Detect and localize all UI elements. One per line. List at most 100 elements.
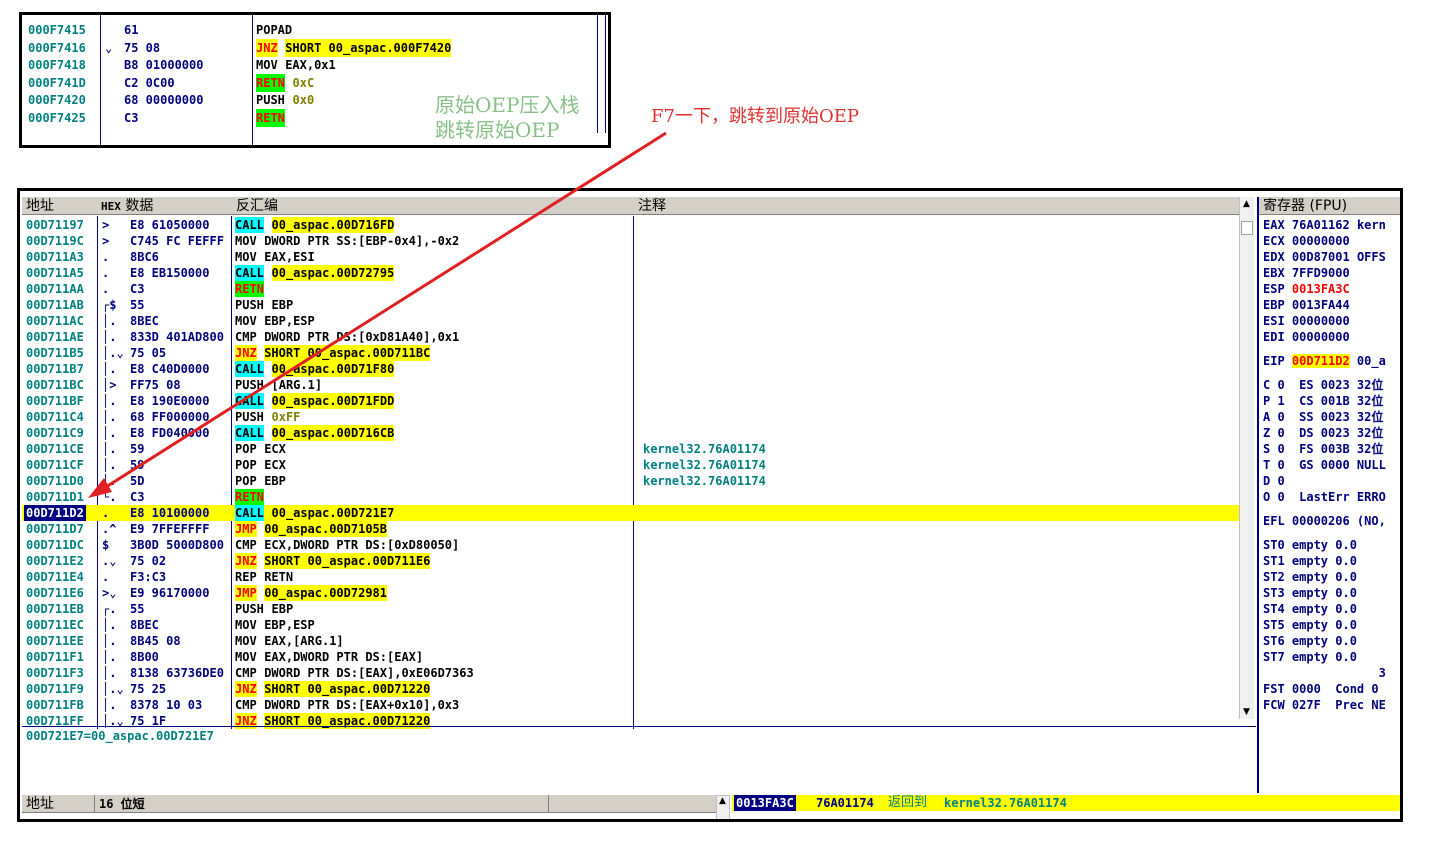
scroll-up-icon[interactable]: ▲ (1243, 199, 1250, 209)
disasm-row[interactable]: 00D711CF │. 59 POP ECX kernel32.76A01174 (22, 457, 1240, 473)
disasm-row[interactable]: 00D711A3. 8BC6 MOV EAX,ESI (22, 249, 1240, 265)
disasm-row[interactable]: 00D711AE │. 833D 401AD800 CMP DWORD PTR DS:[… (22, 329, 1240, 345)
register-ecx[interactable]: ECX 00000000 (1263, 233, 1350, 249)
fpu-row[interactable]: ST7 empty 0.0 (1263, 649, 1357, 665)
row-hex: F3:C3 (130, 570, 167, 584)
disasm-row[interactable]: 00D711F9 │.⌄ 75 25 JNZ SHORT 00_aspac.00D712… (22, 681, 1240, 697)
row-mark: . (102, 266, 110, 280)
disasm-row[interactable]: 00D711EB ┌. 55 PUSH EBP (22, 601, 1240, 617)
disasm-row[interactable]: 00D711D7 .^ E9 7FFEFFFF JMP 00_aspac.00D7105… (22, 521, 1240, 537)
flag-row[interactable]: C 0 ES 0023 32位 (1263, 377, 1383, 393)
disasm-row[interactable]: 00D711AB ┌$ 55 PUSH EBP (22, 297, 1240, 313)
row-mark: │. (102, 362, 117, 376)
disasm-row[interactable]: 00D711D1 └. C3 RETN (22, 489, 1240, 505)
flag-row[interactable]: Z 0 DS 0023 32位 (1263, 425, 1383, 441)
snippet-row[interactable]: 000F741D C2 0C00 RETN 0xC (22, 73, 608, 92)
registers-pane[interactable]: 寄存器 (FPU) EAX 76A01162 kern ECX 00000000 E… (1257, 197, 1400, 793)
stack-row[interactable]: 0013FA3C 76A01174 返回到 kernel32.76A01174 (732, 795, 1400, 811)
fpu-row[interactable]: ST1 empty 0.0 (1263, 553, 1357, 569)
row-mnemonic: POP (235, 474, 257, 488)
disasm-row[interactable]: 00D711BC │> FF75 08 PUSH [ARG.1] (22, 377, 1240, 393)
fpu-row[interactable]: ST3 empty 0.0 (1263, 585, 1357, 601)
disasm-row[interactable]: 00D711E2 .⌄ 75 02 JNZ SHORT 00_aspac.00D711E… (22, 553, 1240, 569)
row-mnemonic: MOV (235, 650, 257, 664)
disasm-row[interactable]: 00D711EC │. 8BEC MOV EBP,ESP (22, 617, 1240, 633)
flag-row[interactable]: S 0 FS 003B 32位 (1263, 441, 1383, 457)
row-hex: 8BEC (130, 618, 159, 632)
flag-row[interactable]: O 0 LastErr ERRO (1263, 489, 1386, 505)
disasm-row[interactable]: 00D711D0 │. 5D POP EBP kernel32.76A01174 (22, 473, 1240, 489)
disasm-row[interactable]: 00D711FB │. 8378 10 03 CMP DWORD PTR DS:[EAX… (22, 697, 1240, 713)
disasm-row[interactable]: 00D711D2. E8 10100000 CALL 00_aspac.00D721E… (22, 505, 1240, 521)
register-edx[interactable]: EDX 00D87001 OFFS (1263, 249, 1386, 265)
header-address[interactable]: 地址 (22, 197, 97, 215)
row-mnemonic: PUSH (235, 602, 264, 616)
stack-address: 0013FA3C (734, 795, 796, 811)
disasm-row[interactable]: 00D711DC $3B0D 5000D800 CMP ECX,DWORD PTR D… (22, 537, 1240, 553)
row-mnemonic: CMP (235, 538, 257, 552)
disasm-row[interactable]: 00D711AC │. 8BEC MOV EBP,ESP (22, 313, 1240, 329)
disasm-row[interactable]: 00D711AA. C3 RETN (22, 281, 1240, 297)
snippet-row[interactable]: 000F7415 61 POPAD (22, 21, 608, 39)
flag-row[interactable]: P 1 CS 001B 32位 (1263, 393, 1383, 409)
disasm-row[interactable]: 00D711E4. F3:C3 REP RETN (22, 569, 1240, 585)
disasm-row[interactable]: 00D711BF │. E8 190E0000 CALL 00_aspac.00D71F… (22, 393, 1240, 409)
disasm-row[interactable]: 00D711F3 │. 8138 63736DE0 CMP DWORD PTR DS:[… (22, 665, 1240, 681)
register-ebx[interactable]: EBX 7FFD9000 (1263, 265, 1350, 281)
register-esp[interactable]: ESP 0013FA3C (1263, 281, 1350, 297)
row-operands: RETN (264, 570, 294, 584)
fpu-row[interactable]: ST4 empty 0.0 (1263, 601, 1357, 617)
register-eip[interactable]: EIP 00D711D2 00_a (1263, 353, 1386, 369)
disasm-row[interactable]: 00D71197 > E8 61050000 CALL 00_aspac.00D716F… (22, 217, 1240, 233)
disasm-row[interactable]: 00D711B5 │.⌄ 75 05 JNZ SHORT 00_aspac.00D711… (22, 345, 1240, 361)
registers-header[interactable]: 寄存器 (FPU) (1259, 197, 1400, 215)
register-fcw[interactable]: FCW 027F Prec NE (1263, 697, 1386, 713)
disasm-row[interactable]: 00D711B7 │. E8 C40D0000 CALL 00_aspac.00D71F… (22, 361, 1240, 377)
register-eax[interactable]: EAX 76A01162 kern (1263, 217, 1386, 233)
fpu-row[interactable]: ST6 empty 0.0 (1263, 633, 1357, 649)
dump-header-mode[interactable]: 16 位短 (94, 795, 145, 812)
row-mnemonic: POP (235, 442, 257, 456)
disasm-row[interactable]: 00D711CE │. 59 POP ECX kernel32.76A01174 (22, 441, 1240, 457)
row-address: 000F7425 (28, 111, 86, 125)
register-efl[interactable]: EFL 00000206 (NO, (1263, 513, 1386, 529)
disasm-row[interactable]: 00D711C9 │. E8 FD040000 CALL 00_aspac.00D716… (22, 425, 1240, 441)
disasm-row[interactable]: 00D711A5. E8 EB150000 CALL 00_aspac.00D7279… (22, 265, 1240, 281)
flag-row[interactable]: D 0 (1263, 473, 1285, 489)
disasm-row[interactable]: 00D711EE │. 8B45 08 MOV EAX,[ARG.1] (22, 633, 1240, 649)
row-hex: C745 FC FEFFF (130, 234, 224, 248)
fpu-row[interactable]: ST2 empty 0.0 (1263, 569, 1357, 585)
register-fst[interactable]: FST 0000 Cond 0 (1263, 681, 1379, 697)
row-hex: 75 08 (124, 40, 161, 55)
snippet-row[interactable]: 000F7416 ⌄ 75 08 JNZ SHORT 00_aspac.000F7420 (22, 38, 608, 57)
disasm-row[interactable]: 00D711C4 │. 68 FF000000 PUSH 0xFF (22, 409, 1240, 425)
scroll-down-icon[interactable]: ▼ (1243, 707, 1250, 717)
fpu-extra[interactable]: 3 (1263, 665, 1386, 681)
disasm-row[interactable]: 00D711E6 >⌄ E9 96170000 JMP 00_aspac.00D7298… (22, 585, 1240, 601)
fpu-row[interactable]: ST0 empty 0.0 (1263, 537, 1357, 553)
flag-row[interactable]: A 0 SS 0023 32位 (1263, 409, 1383, 425)
fpu-row[interactable]: ST5 empty 0.0 (1263, 617, 1357, 633)
disasm-row[interactable]: 00D711F1 │. 8B00 MOV EAX,DWORD PTR DS:[EAX] (22, 649, 1240, 665)
register-esi[interactable]: ESI 00000000 (1263, 313, 1350, 329)
header-comment[interactable]: 注释 (634, 197, 1240, 215)
header-disasm[interactable]: 反汇编 (232, 197, 634, 215)
cpu-disassembly-pane[interactable]: 地址 HEX 数据 反汇编 注释 00D71197 > E8 61050000 CAL… (22, 197, 1256, 729)
disasm-row[interactable]: 00D7119C > C745 FC FEFFF MOV DWORD PTR SS:[E… (22, 233, 1240, 249)
snippet-row[interactable]: 000F7418 B8 01000000 MOV EAX,0x1 (22, 56, 608, 74)
scroll-up-icon[interactable]: ▲ (719, 796, 726, 806)
row-hex: 55 (130, 298, 145, 312)
header-hex[interactable]: HEX 数据 (97, 197, 232, 215)
disasm-scrollbar[interactable]: ▲ ▼ (1239, 197, 1254, 719)
reg-space (1285, 330, 1292, 344)
register-edi[interactable]: EDI 00000000 (1263, 329, 1350, 345)
dump-scrollbar[interactable]: ▲ (716, 795, 730, 819)
dump-header-address[interactable]: 地址 (26, 795, 54, 812)
row-mark: │. (102, 330, 117, 344)
register-ebp[interactable]: EBP 0013FA44 (1263, 297, 1350, 313)
flag-row[interactable]: T 0 GS 0000 NULL (1263, 457, 1386, 473)
scroll-thumb[interactable] (1241, 221, 1253, 235)
row-mark: . (102, 250, 110, 264)
row-mark: │. (102, 698, 117, 712)
fpu-text: ST1 empty 0.0 (1263, 554, 1357, 568)
